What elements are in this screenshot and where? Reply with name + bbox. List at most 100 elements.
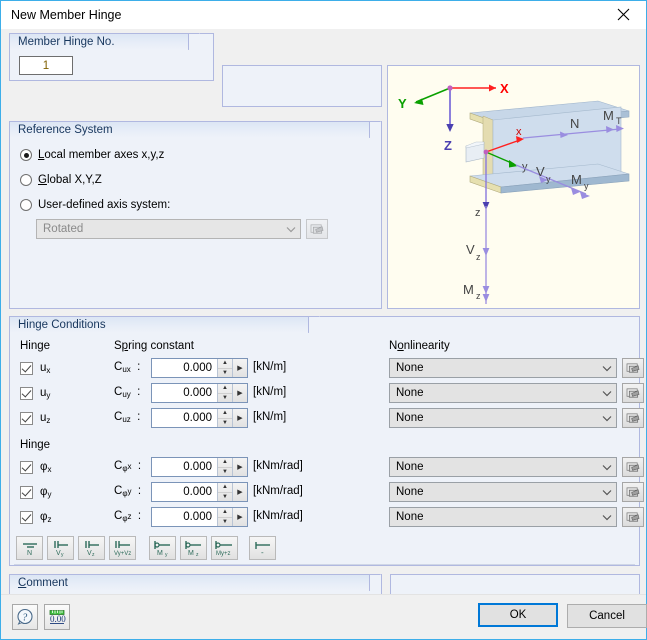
svg-text:V: V (466, 242, 475, 257)
axis-system-edit-button[interactable] (306, 219, 328, 239)
hinge-conditions-legend: Hinge Conditions (9, 316, 320, 334)
spring-constant-cux-spinner[interactable]: ▲ ▼ (217, 359, 232, 377)
hinge-checkbox-uy[interactable]: uy (20, 385, 50, 401)
radio-global-axes[interactable]: Global X,Y,Z (20, 172, 102, 188)
spring-constant-cphiy-spinner[interactable]: ▲ ▼ (217, 483, 232, 501)
spring-constant-cphiy-field[interactable]: 0.000 ▲ ▼ ▶ (151, 482, 248, 502)
nonlinearity-phix-combo[interactable]: None (389, 457, 617, 477)
hinge-checkbox-phiy[interactable]: φy (20, 484, 51, 500)
svg-text:V: V (536, 164, 545, 179)
svg-text:y: y (584, 181, 589, 191)
nonlinearity-ux-combo[interactable]: None (389, 358, 617, 378)
svg-text:z: z (475, 207, 481, 219)
spring-constant-cphiz-more-button[interactable]: ▶ (232, 508, 247, 526)
spring-constant-cuz-more-button[interactable]: ▶ (232, 409, 247, 427)
release-Mz-icon-button[interactable]: Mz (180, 536, 207, 560)
spring-constant-cuy-value: 0.000 (183, 387, 212, 399)
unit-cuz: [kN/m] (253, 411, 287, 423)
spring-constant-cuy-field[interactable]: 0.000 ▲ ▼ ▶ (151, 383, 248, 403)
spring-constant-cphix-more-button[interactable]: ▶ (232, 458, 247, 476)
help-button[interactable]: ? (12, 604, 38, 630)
spring-constant-cuz-field[interactable]: 0.000 ▲ ▼ ▶ (151, 408, 248, 428)
spring-constant-cphiz-spinner[interactable]: ▲ ▼ (217, 508, 232, 526)
nonlinearity-phiz-edit-button[interactable] (622, 507, 644, 527)
nonlinearity-ux-value: None (396, 362, 424, 374)
svg-text:y: y (546, 174, 551, 184)
nonlinearity-uz-combo[interactable]: None (389, 408, 617, 428)
release-Vy-Vz-icon-button[interactable]: Vy+Vz (109, 536, 136, 560)
spring-constant-cphiz-field[interactable]: 0.000 ▲ ▼ ▶ (151, 507, 248, 527)
axis-system-combo[interactable]: Rotated (36, 219, 301, 239)
release-Vz-icon-button[interactable]: Vz (78, 536, 105, 560)
axis-system-combo-value: Rotated (43, 223, 84, 235)
radio-local-member-axes-indicator (20, 149, 32, 161)
svg-text:0.00: 0.00 (50, 614, 66, 624)
nonlinearity-phiy-combo[interactable]: None (389, 482, 617, 502)
svg-text:M: M (463, 282, 474, 297)
chevron-down-icon (598, 464, 616, 471)
spring-constant-cuy-more-button[interactable]: ▶ (232, 384, 247, 402)
radio-user-defined-axis-system[interactable]: User-defined axis system: (20, 197, 170, 213)
spring-constant-cuz-spinner[interactable]: ▲ ▼ (217, 409, 232, 427)
spring-label-cphiy: Cφy : (114, 485, 142, 498)
release-Vy-icon-button[interactable]: Vy (47, 536, 74, 560)
release-N-icon-button[interactable]: N (16, 536, 43, 560)
spring-constant-cphiy-value: 0.000 (183, 486, 212, 498)
svg-text:Vy+Vz: Vy+Vz (114, 551, 131, 557)
svg-text:M: M (603, 108, 614, 123)
hinge-checkbox-uy-indicator (20, 386, 33, 400)
cancel-button[interactable]: Cancel (567, 604, 647, 628)
spring-constant-cux-more-button[interactable]: ▶ (232, 359, 247, 377)
column-header-spring-constant: Spring constant (114, 340, 194, 352)
units-button[interactable]: 0.00 (44, 604, 70, 630)
hinge-label-uy: uy (40, 387, 51, 400)
hinge-checkbox-uz[interactable]: uz (20, 410, 50, 426)
hinge-checkbox-uz-indicator (20, 411, 33, 425)
member-hinge-no-legend-text: Member Hinge No. (18, 36, 115, 48)
svg-text:Y: Y (398, 96, 407, 111)
release-My-Mz-icon-button[interactable]: My+z (211, 536, 238, 560)
reference-system-group: Reference System LLocal member axes x,y,… (9, 121, 382, 309)
svg-text:Z: Z (444, 138, 452, 153)
svg-text:My+z: My+z (216, 551, 231, 557)
nonlinearity-uz-edit-button[interactable] (622, 408, 644, 428)
nonlinearity-phiz-combo[interactable]: None (389, 507, 617, 527)
dialog-footer: ? 0.00 OK Cancel (1, 594, 647, 639)
close-icon[interactable] (601, 1, 646, 28)
nonlinearity-ux-edit-button[interactable] (622, 358, 644, 378)
hinge-label-uz: uz (40, 412, 51, 425)
nonlinearity-uz-value: None (396, 412, 424, 424)
release-My-icon-button[interactable]: My (149, 536, 176, 560)
spring-constant-cphiz-value: 0.000 (183, 511, 212, 523)
spring-label-cux: Cux : (114, 361, 141, 374)
window-title: New Member Hinge (11, 8, 122, 22)
hinge-checkbox-phiy-indicator (20, 485, 33, 499)
spring-constant-cphiy-more-button[interactable]: ▶ (232, 483, 247, 501)
member-hinge-graphic: X Y Z x y z N M T V y M y V z M z (387, 65, 640, 309)
hinge-checkbox-phiz[interactable]: φz (20, 509, 51, 525)
reference-system-legend: Reference System (9, 121, 381, 139)
release-full-icon-button[interactable]: - (249, 536, 276, 560)
unit-cphiy: [kNm/rad] (253, 485, 303, 497)
units-and-decimal-places-icon: 0.00 (49, 610, 66, 624)
spring-constant-cphix-spinner[interactable]: ▲ ▼ (217, 458, 232, 476)
spring-constant-cux-field[interactable]: 0.000 ▲ ▼ ▶ (151, 358, 248, 378)
hinge-label-phiz: φz (40, 511, 52, 524)
svg-text:N: N (27, 550, 32, 557)
radio-local-member-axes[interactable]: LLocal member axes x,y,zocal member axes… (20, 147, 164, 163)
nonlinearity-uy-edit-button[interactable] (622, 383, 644, 403)
new-member-hinge-dialog: New Member Hinge Member Hinge No. Refere… (0, 0, 647, 640)
nonlinearity-uy-combo[interactable]: None (389, 383, 617, 403)
hinge-conditions-group: Hinge Conditions Hinge Spring constant N… (9, 316, 644, 566)
hinge-checkbox-phix[interactable]: φx (20, 459, 51, 475)
spring-constant-cphix-field[interactable]: 0.000 ▲ ▼ ▶ (151, 457, 248, 477)
svg-text:M: M (571, 172, 582, 187)
hinge-checkbox-phix-indicator (20, 460, 33, 474)
hinge-checkbox-ux[interactable]: ux (20, 360, 50, 376)
ok-button[interactable]: OK (478, 603, 558, 627)
member-hinge-no-input[interactable] (19, 56, 73, 75)
nonlinearity-phiy-edit-button[interactable] (622, 482, 644, 502)
nonlinearity-phix-edit-button[interactable] (622, 457, 644, 477)
spring-constant-cuy-spinner[interactable]: ▲ ▼ (217, 384, 232, 402)
dialog-content: Member Hinge No. Reference System LLocal… (1, 29, 646, 616)
